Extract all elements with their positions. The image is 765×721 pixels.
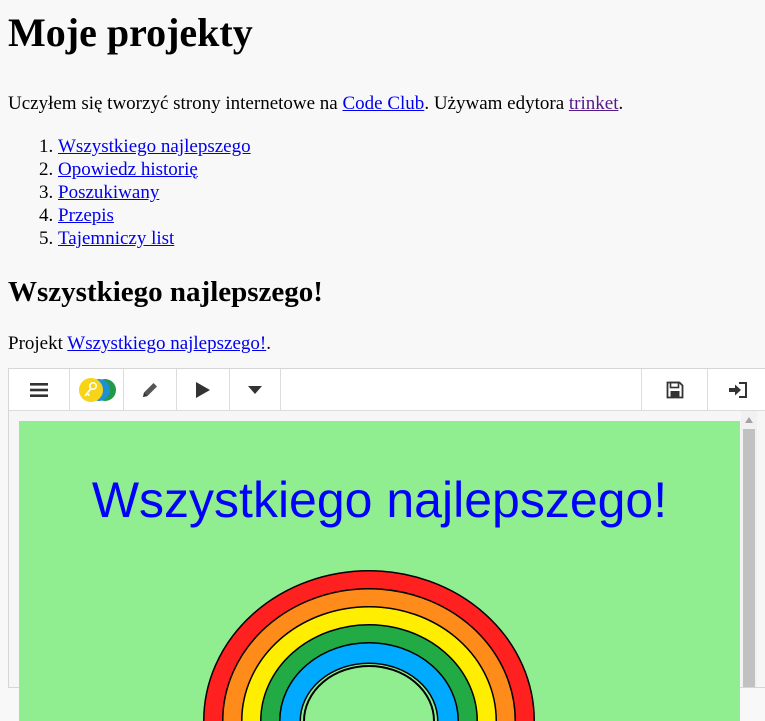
code-club-link[interactable]: Code Club: [343, 93, 425, 114]
save-icon: [666, 381, 683, 398]
page-content: Moje projekty Uczyłem się tworzyć strony…: [8, 0, 765, 356]
menu-icon: [30, 382, 48, 397]
project-link[interactable]: Wszystkiego najlepszego!: [67, 333, 266, 354]
project-list: Wszystkiego najlepszego Opowiedz histori…: [8, 135, 765, 250]
output-canvas: Wszystkiego najlepszego!: [19, 421, 740, 721]
list-item: Opowiedz historię: [58, 158, 765, 181]
list-item: Poszukiwany: [58, 181, 765, 204]
trinket-logo-icon: [78, 377, 116, 402]
options-dropdown-button[interactable]: [230, 369, 281, 410]
project-link-tajemniczy-list[interactable]: Tajemniczy list: [58, 228, 174, 249]
caret-down-icon: [248, 385, 262, 394]
intro-text-middle: . Używam edytora: [424, 93, 569, 114]
project-link-opowiedz-historie[interactable]: Opowiedz historię: [58, 159, 198, 180]
edit-button[interactable]: [124, 369, 177, 410]
rainbow-image: [203, 570, 535, 721]
intro-text-after: .: [618, 93, 624, 114]
trinket-logo-button[interactable]: [70, 369, 124, 410]
project-link-poszukiwany[interactable]: Poszukiwany: [58, 182, 159, 203]
sign-in-button[interactable]: [707, 369, 765, 410]
scroll-thumb[interactable]: [743, 429, 755, 687]
project-paragraph: Projekt Wszystkiego najlepszego!.: [8, 332, 765, 356]
save-button[interactable]: [641, 369, 707, 410]
run-button[interactable]: [177, 369, 230, 410]
intro-paragraph: Uczyłem się tworzyć strony internetowe n…: [8, 92, 765, 116]
output-area: Wszystkiego najlepszego!: [9, 411, 765, 721]
output-scrollbar[interactable]: [741, 411, 757, 687]
trinket-embed: Wszystkiego najlepszego!: [8, 368, 765, 721]
list-item: Wszystkiego najlepszego: [58, 135, 765, 158]
sign-in-icon: [728, 381, 747, 398]
trinket-toolbar: [9, 369, 765, 411]
pencil-icon: [143, 382, 157, 397]
project-text-before: Projekt: [8, 333, 68, 354]
list-item: Tajemniczy list: [58, 227, 765, 250]
page-title: Moje projekty: [8, 10, 253, 55]
trinket-link[interactable]: trinket: [569, 93, 619, 114]
section-title: Wszystkiego najlepszego!: [8, 276, 323, 308]
play-icon: [196, 381, 210, 398]
intro-text-before: Uczyłem się tworzyć strony internetowe n…: [8, 93, 343, 114]
project-link-przepis[interactable]: Przepis: [58, 205, 114, 226]
menu-button[interactable]: [9, 369, 70, 410]
scroll-up-icon[interactable]: [745, 417, 753, 423]
project-link-wszystkiego-najlepszego[interactable]: Wszystkiego najlepszego: [58, 136, 251, 157]
list-item: Przepis: [58, 204, 765, 227]
project-text-after: .: [266, 333, 271, 354]
